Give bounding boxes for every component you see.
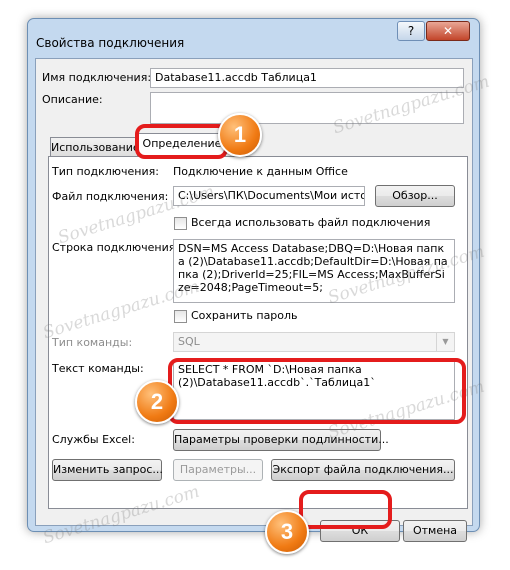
connection-file-input[interactable]: C:\Users\ПК\Documents\Мои источни (173, 186, 365, 206)
connection-properties-dialog: Свойства подключения ? ✕ Имя подключения… (27, 18, 480, 542)
parameters-button[interactable]: Параметры... (173, 459, 263, 481)
step-badge-2: 2 (135, 380, 179, 424)
highlight-definition-tab (135, 124, 228, 159)
connection-name-label: Имя подключения: (42, 71, 152, 84)
excel-services-label: Службы Excel: (52, 433, 135, 446)
export-connection-file-button[interactable]: Экспорт файла подключения... (271, 459, 455, 481)
step-badge-3: 3 (265, 510, 309, 554)
save-password-checkbox[interactable] (174, 310, 187, 323)
edit-query-button[interactable]: Изменить запрос... (52, 459, 163, 481)
step-badge-1: 1 (218, 113, 262, 157)
chevron-down-icon: ▼ (436, 333, 454, 351)
authentication-settings-button[interactable]: Параметры проверки подлинности... (173, 429, 389, 451)
command-type-select[interactable]: SQL ▼ (173, 332, 455, 352)
command-type-label: Тип команды: (52, 336, 133, 349)
highlight-ok-button (299, 490, 392, 529)
connection-string-textarea[interactable]: DSN=MS Access Database;DBQ=D:\Новая папк… (173, 239, 455, 303)
browse-button[interactable]: Обзор... (375, 185, 455, 207)
close-button[interactable]: ✕ (426, 21, 470, 41)
definition-tab-panel: Тип подключения: Подключение к данным Of… (48, 156, 468, 509)
connection-type-label: Тип подключения: (52, 165, 159, 178)
command-text-label: Текст команды: (52, 362, 144, 375)
description-label: Описание: (42, 93, 103, 106)
cancel-button[interactable]: Отмена (403, 520, 467, 542)
connection-name-input[interactable]: Database11.accdb Таблица1 (150, 68, 464, 88)
command-type-value: SQL (178, 335, 200, 348)
connection-type-value: Подключение к данным Office (173, 165, 348, 178)
description-input[interactable] (150, 92, 464, 124)
highlight-command-text (168, 358, 466, 424)
connection-file-label: Файл подключения: (52, 190, 169, 203)
always-use-file-checkbox[interactable] (174, 217, 187, 230)
help-button[interactable]: ? (397, 21, 425, 41)
always-use-file-label: Всегда использовать файл подключения (191, 216, 431, 229)
dialog-title: Свойства подключения (36, 36, 185, 50)
save-password-label: Сохранить пароль (191, 309, 298, 322)
tab-usage[interactable]: Использование (50, 137, 140, 157)
connection-string-label: Строка подключения: (52, 241, 180, 254)
